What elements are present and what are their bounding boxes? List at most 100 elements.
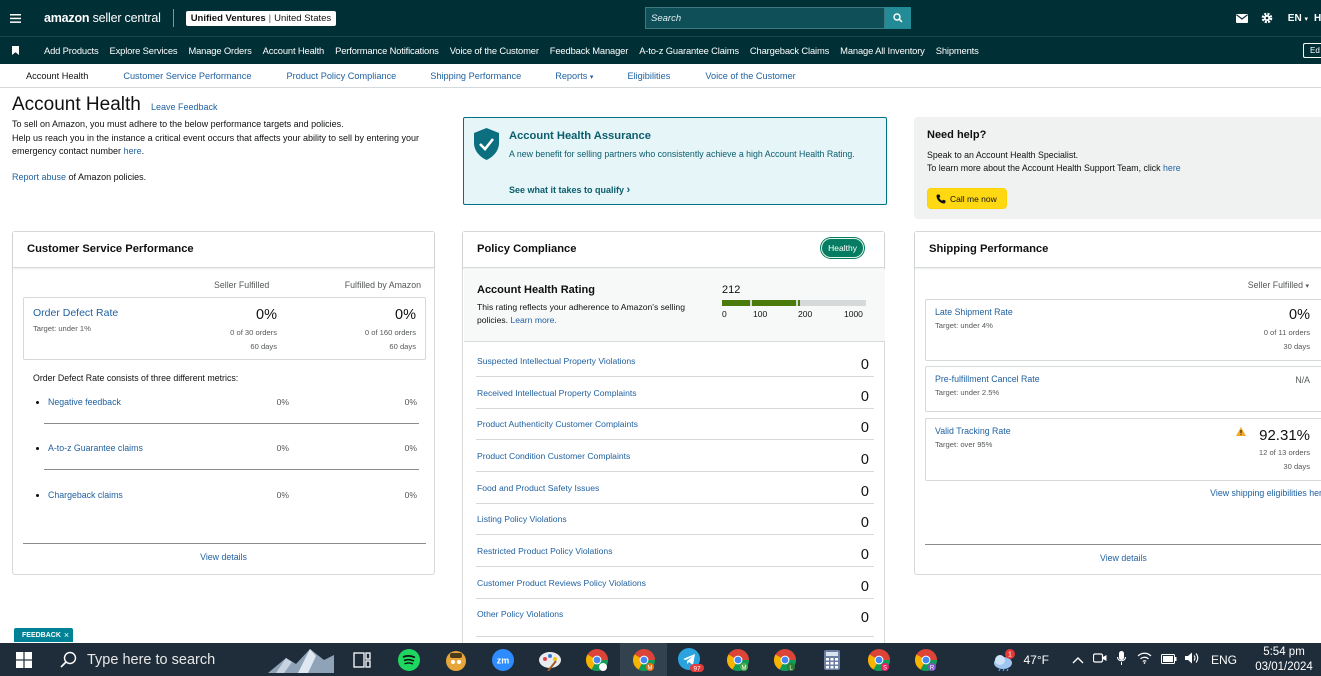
wifi-icon[interactable]: [1133, 652, 1157, 667]
taskbar-clock[interactable]: 5:54 pm 03/01/2024: [1247, 645, 1321, 675]
violation-link[interactable]: Customer Product Reviews Policy Violatio…: [477, 578, 646, 588]
violation-link[interactable]: Product Condition Customer Complaints: [477, 451, 630, 461]
nav-manage-orders[interactable]: Manage Orders: [188, 45, 251, 56]
subnav-voice-of-the-customer[interactable]: Voice of the Customer: [705, 71, 795, 81]
negative-feedback-link[interactable]: Negative feedback: [48, 397, 121, 407]
volume-icon[interactable]: [1181, 652, 1205, 667]
valid-tracking-link[interactable]: Valid Tracking Rate: [935, 426, 1011, 436]
subnav-account-health[interactable]: Account Health: [26, 71, 88, 81]
svg-text:R: R: [929, 665, 934, 671]
csp-view-details-link[interactable]: View details: [13, 552, 434, 562]
show-hidden-icons-chevron-icon[interactable]: [1067, 653, 1089, 667]
telegram-icon[interactable]: 97: [667, 643, 714, 676]
customer-service-performance-card: Customer Service Performance Seller Fulf…: [12, 231, 435, 575]
need-help-title: Need help?: [927, 129, 987, 141]
leave-feedback-link[interactable]: Leave Feedback: [151, 102, 218, 112]
bullet-icon: [36, 494, 39, 497]
bookmark-icon[interactable]: [0, 46, 30, 55]
emergency-contact-link[interactable]: here: [124, 146, 142, 156]
violation-link[interactable]: Other Policy Violations: [477, 609, 563, 619]
chrome-profile-m2-icon[interactable]: M: [714, 643, 761, 676]
close-icon[interactable]: ×: [64, 630, 69, 640]
odr-target: Target: under 1%: [33, 324, 91, 333]
chrome-profile-m-icon[interactable]: M: [620, 643, 667, 676]
nav-feedback-manager[interactable]: Feedback Manager: [550, 45, 629, 56]
violation-link[interactable]: Food and Product Safety Issues: [477, 483, 599, 493]
ahr-learn-more-link[interactable]: Learn more.: [510, 315, 556, 325]
input-language[interactable]: ENG: [1211, 653, 1237, 667]
zoom-icon[interactable]: zm: [479, 643, 526, 676]
nav-performance-notifications[interactable]: Performance Notifications: [335, 45, 439, 56]
violation-link[interactable]: Restricted Product Policy Violations: [477, 546, 613, 556]
search-input[interactable]: [645, 7, 885, 29]
feedback-tab[interactable]: FEEDBACK ×: [14, 628, 74, 642]
help-link-clipped[interactable]: H: [1314, 13, 1321, 24]
shipping-view-details-link[interactable]: View details: [1100, 553, 1147, 563]
subnav-eligibilities[interactable]: Eligibilities: [627, 71, 670, 81]
taskbar-apps: zm M 97 M L S R: [338, 643, 949, 676]
language-selector[interactable]: EN ▾: [1288, 13, 1308, 24]
chargeback-claims-link[interactable]: Chargeback claims: [48, 490, 123, 500]
nav-shipments[interactable]: Shipments: [936, 45, 979, 56]
weather-icon[interactable]: 1: [991, 648, 1017, 671]
paint-app-icon[interactable]: [526, 643, 573, 676]
nav-add-products[interactable]: Add Products: [44, 45, 99, 56]
task-view-icon[interactable]: [338, 643, 385, 676]
nav-explore-services[interactable]: Explore Services: [109, 45, 177, 56]
cancel-rate-target: Target: under 2.5%: [935, 388, 1000, 397]
late-shipment-orders: 0 of 11 orders: [1263, 328, 1310, 337]
violation-count: 0: [860, 547, 869, 563]
violation-link[interactable]: Product Authenticity Customer Complaints: [477, 419, 638, 429]
view-shipping-eligibilities-link[interactable]: View shipping eligibilities her: [1210, 488, 1321, 498]
microphone-icon[interactable]: [1111, 651, 1133, 668]
chrome-icon[interactable]: [573, 643, 620, 676]
violation-link[interactable]: Listing Policy Violations: [477, 514, 567, 524]
spotify-icon[interactable]: [385, 643, 432, 676]
temperature[interactable]: 47°F: [1024, 653, 1049, 667]
svg-text:M: M: [741, 665, 746, 671]
a-to-z-claims-link[interactable]: A-to-z Guarantee claims: [48, 443, 143, 453]
nav-account-health[interactable]: Account Health: [263, 45, 325, 56]
nav-a-to-z-claims[interactable]: A-to-z Guarantee Claims: [639, 45, 739, 56]
hamburger-menu-icon[interactable]: [0, 0, 30, 36]
taskbar-search[interactable]: Type here to search: [48, 643, 338, 676]
report-abuse-link[interactable]: Report abuse: [12, 172, 66, 182]
calculator-icon[interactable]: [808, 643, 855, 676]
nav-voice-of-the-customer[interactable]: Voice of the Customer: [450, 45, 539, 56]
edit-nav-button[interactable]: Ed: [1303, 43, 1321, 58]
battery-icon[interactable]: [1157, 653, 1181, 667]
order-defect-rate-link[interactable]: Order Defect Rate: [33, 307, 118, 319]
chrome-profile-l-icon[interactable]: L: [761, 643, 808, 676]
intro-line-2: Help us reach you in the instance a crit…: [12, 132, 420, 157]
late-shipment-link[interactable]: Late Shipment Rate: [935, 307, 1013, 317]
mail-icon[interactable]: [1230, 13, 1255, 23]
see-what-it-takes-link[interactable]: See what it takes to qualify ›: [509, 184, 630, 196]
search-button[interactable]: [885, 7, 911, 29]
chrome-profile-s-icon[interactable]: S: [855, 643, 902, 676]
search-icon: [893, 13, 903, 23]
subnav-product-policy-compliance[interactable]: Product Policy Compliance: [286, 71, 396, 81]
meet-now-icon[interactable]: [1089, 652, 1111, 667]
windows-start-icon[interactable]: [0, 643, 48, 676]
seller-central-logo[interactable]: amazon seller central: [30, 11, 161, 25]
metric-seller-value: 0%: [276, 397, 289, 407]
top-right-controls: EN ▾ H: [1230, 0, 1321, 36]
subnav-reports[interactable]: Reports ▾: [555, 71, 593, 81]
odr-fba-orders: 0 of 160 orders: [364, 328, 416, 337]
fulfillment-filter-dropdown[interactable]: Seller Fulfilled ▾: [1248, 280, 1309, 290]
nav-manage-all-inventory[interactable]: Manage All Inventory: [840, 45, 925, 56]
ahr-bar-segment-1: [722, 300, 750, 306]
subnav-customer-service-performance[interactable]: Customer Service Performance: [123, 71, 251, 81]
subnav-shipping-performance[interactable]: Shipping Performance: [430, 71, 521, 81]
support-team-link[interactable]: here: [1163, 163, 1181, 173]
gear-icon[interactable]: [1255, 12, 1280, 24]
store-selector[interactable]: Unified Ventures | United States: [185, 10, 337, 26]
call-me-now-button[interactable]: Call me now: [927, 188, 1007, 209]
violation-link[interactable]: Received Intellectual Property Complaint…: [477, 388, 637, 398]
chrome-profile-r-icon[interactable]: R: [902, 643, 949, 676]
nav-chargeback-claims[interactable]: Chargeback Claims: [750, 45, 829, 56]
cancel-rate-link[interactable]: Pre-fulfillment Cancel Rate: [935, 374, 1040, 384]
violation-link[interactable]: Suspected Intellectual Property Violatio…: [477, 356, 635, 366]
game-app-icon[interactable]: [432, 643, 479, 676]
warning-icon: [1236, 427, 1246, 439]
